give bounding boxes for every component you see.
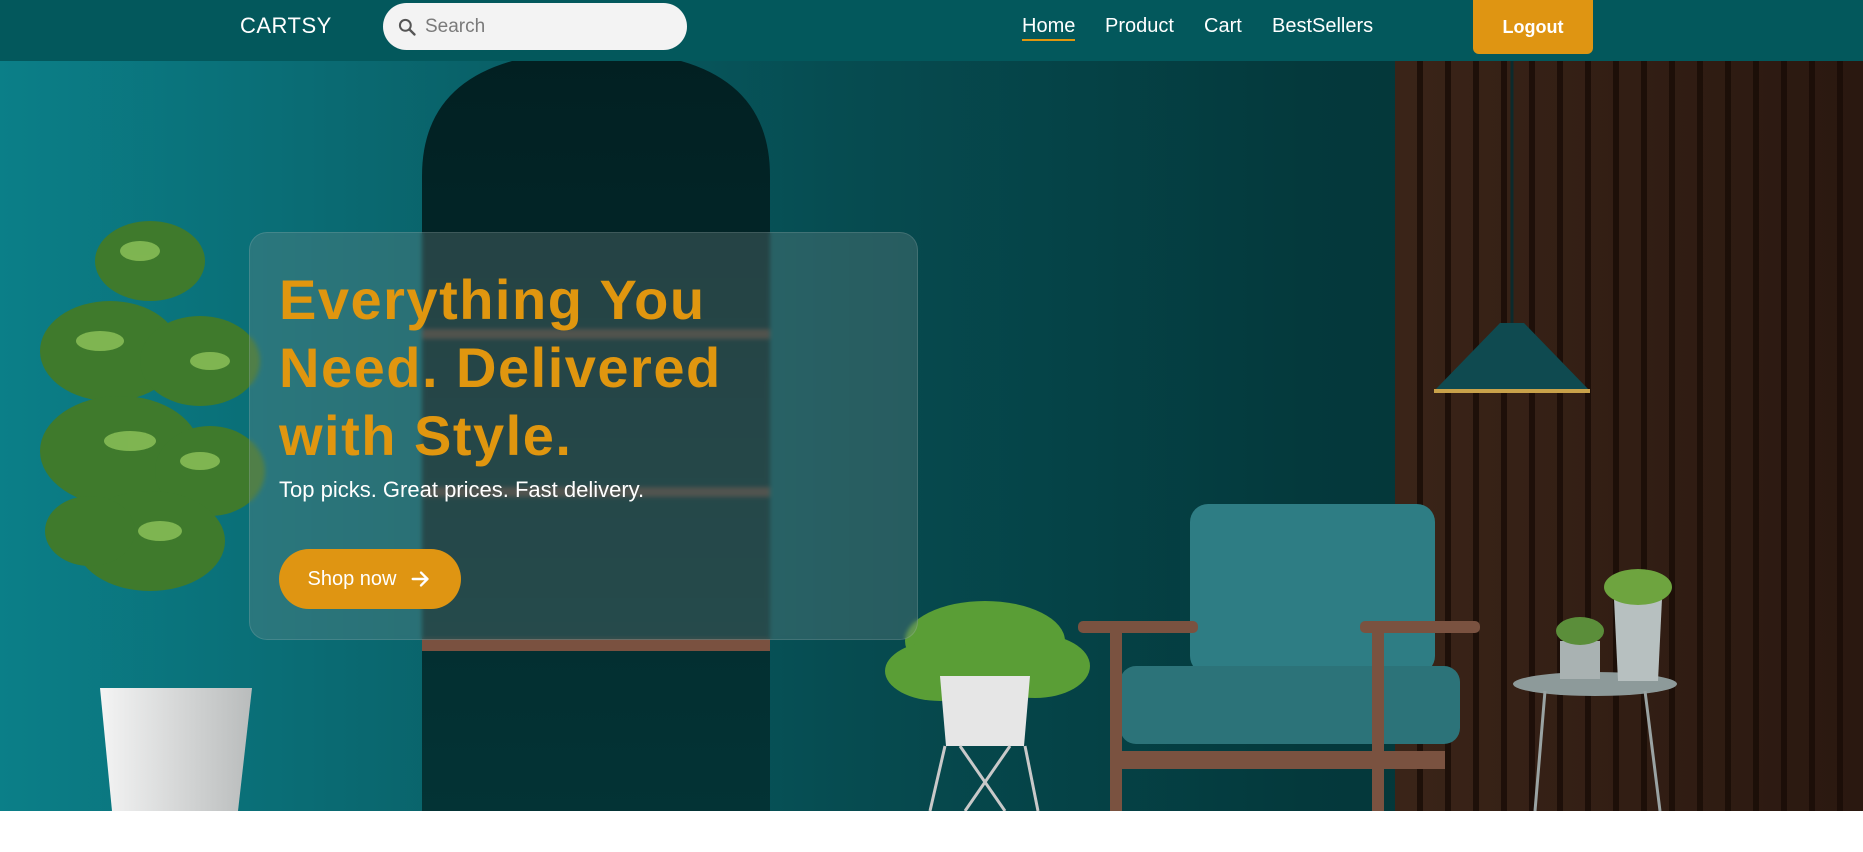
hero-banner: Everything You Need. Delivered with Styl… — [0, 61, 1863, 811]
shop-now-button[interactable]: Shop now — [279, 549, 461, 609]
nav-link-cart[interactable]: Cart — [1204, 15, 1242, 38]
arrow-right-icon — [412, 571, 430, 587]
top-navbar: CARTSY Home Product Cart BestSellers Log… — [0, 0, 1863, 61]
brand-logo[interactable]: CARTSY — [240, 13, 332, 39]
nav-link-home[interactable]: Home — [1022, 15, 1076, 41]
hero-title: Everything You Need. Delivered with Styl… — [279, 268, 722, 467]
logout-button[interactable]: Logout — [1473, 0, 1593, 54]
search-icon — [398, 18, 416, 36]
nav-link-product[interactable]: Product — [1105, 15, 1174, 38]
hero-subtitle: Top picks. Great prices. Fast delivery. — [279, 477, 645, 502]
search-box[interactable] — [383, 3, 687, 50]
search-input[interactable] — [425, 15, 665, 38]
shop-now-label: Shop now — [307, 567, 397, 590]
nav-link-bestsellers[interactable]: BestSellers — [1272, 15, 1373, 38]
